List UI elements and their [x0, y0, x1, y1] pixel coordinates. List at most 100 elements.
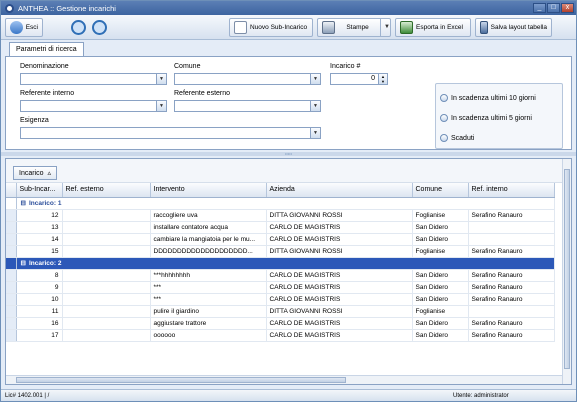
radio-scaduti[interactable]: Scaduti — [440, 134, 474, 142]
cell-comune[interactable]: San Didero — [412, 317, 469, 330]
cell-sub-incarico[interactable]: 11 — [16, 305, 63, 318]
esigenza-combo[interactable]: ▼ — [20, 127, 321, 139]
cell-ref-interno[interactable] — [468, 221, 555, 234]
cell-sub-incarico[interactable]: 16 — [16, 317, 63, 330]
esci-button[interactable]: Esci — [5, 17, 43, 37]
table-row[interactable]: 17 oooooo CARLO DE MAGISTRIS San Didero Sera… — [6, 329, 555, 342]
scroll-thumb[interactable] — [564, 169, 570, 369]
cell-ref-interno[interactable]: Serafino Ranauro — [468, 293, 555, 306]
chevron-down-icon[interactable]: ▼ — [156, 74, 166, 84]
cell-intervento[interactable]: installare contatore acqua — [150, 221, 267, 234]
cell-intervento[interactable]: *** — [150, 293, 267, 306]
row-selector[interactable] — [6, 245, 17, 258]
cell-azienda[interactable]: DITTA GIOVANNI ROSSI — [266, 305, 413, 318]
cell-comune[interactable]: San Didero — [412, 221, 469, 234]
row-selector[interactable] — [6, 293, 17, 306]
group-row[interactable]: ⊟ Incarico: 1 — [6, 197, 555, 210]
cell-ref-esterno[interactable] — [62, 269, 151, 282]
cell-sub-incarico[interactable]: 12 — [16, 209, 63, 222]
chevron-down-icon[interactable]: ▼ — [310, 101, 320, 111]
cell-azienda[interactable]: CARLO DE MAGISTRIS — [266, 281, 413, 294]
collapse-icon[interactable]: ⊟ — [21, 200, 26, 207]
table-row[interactable]: 8 ***hhhhhhhh CARLO DE MAGISTRIS San Didero… — [6, 269, 555, 282]
cell-sub-incarico[interactable]: 13 — [16, 221, 63, 234]
row-selector[interactable] — [6, 257, 17, 270]
cell-sub-incarico[interactable]: 15 — [16, 245, 63, 258]
cell-comune[interactable]: Foglianise — [412, 305, 469, 318]
cell-azienda[interactable]: DITTA GIOVANNI ROSSI — [266, 209, 413, 222]
cell-ref-esterno[interactable] — [62, 221, 151, 234]
table-row[interactable]: 10 *** CARLO DE MAGISTRIS San Didero Serafin… — [6, 293, 555, 306]
row-selector[interactable] — [6, 269, 17, 282]
zoom-search-button[interactable] — [92, 19, 107, 35]
scroll-thumb[interactable] — [16, 377, 346, 383]
zoom-in-button[interactable] — [71, 19, 86, 35]
row-selector[interactable] — [6, 221, 17, 234]
table-row[interactable]: 14 cambiare la mangiatoia per le mu... CAR… — [6, 233, 555, 246]
column-header-ref-interno[interactable]: Ref. interno — [468, 183, 555, 198]
cell-comune[interactable]: San Didero — [412, 293, 469, 306]
salva-layout-button[interactable]: Salva layout tabella — [475, 17, 552, 37]
cell-intervento[interactable]: raccogliere uva — [150, 209, 267, 222]
cell-azienda[interactable]: CARLO DE MAGISTRIS — [266, 269, 413, 282]
cell-ref-interno[interactable]: Serafino Ranauro — [468, 269, 555, 282]
group-row[interactable]: ⊟ Incarico: 2 — [6, 257, 555, 270]
row-selector[interactable] — [6, 281, 17, 294]
cell-comune[interactable]: San Didero — [412, 269, 469, 282]
cell-azienda[interactable]: CARLO DE MAGISTRIS — [266, 317, 413, 330]
cell-ref-interno[interactable]: Serafino Ranauro — [468, 329, 555, 342]
cell-sub-incarico[interactable]: 14 — [16, 233, 63, 246]
cell-azienda[interactable]: CARLO DE MAGISTRIS — [266, 221, 413, 234]
cell-comune[interactable]: Foglianise — [412, 245, 469, 258]
column-header-ref-esterno[interactable]: Ref. esterno — [62, 183, 151, 198]
cell-ref-esterno[interactable] — [62, 281, 151, 294]
collapse-icon[interactable]: ⊟ — [21, 260, 26, 267]
column-header-azienda[interactable]: Azienda — [266, 183, 413, 198]
splitter-handle[interactable]: ••••• — [1, 152, 576, 156]
close-button[interactable]: x — [561, 3, 574, 13]
radio-scadenza-10[interactable]: In scadenza ultimi 10 giorni — [440, 94, 536, 102]
cell-sub-incarico[interactable]: 10 — [16, 293, 63, 306]
vertical-scrollbar[interactable] — [562, 159, 571, 384]
horizontal-scrollbar[interactable] — [6, 375, 562, 384]
cell-ref-interno[interactable]: Serafino Ranauro — [468, 317, 555, 330]
cell-comune[interactable]: San Didero — [412, 233, 469, 246]
chevron-down-icon[interactable]: ▼ — [310, 128, 320, 138]
row-selector[interactable] — [6, 197, 17, 210]
cell-intervento[interactable]: ***hhhhhhhh — [150, 269, 267, 282]
cell-ref-interno[interactable]: Serafino Ranauro — [468, 209, 555, 222]
group-chip-incarico[interactable]: Incarico ▵ — [13, 166, 58, 180]
row-selector[interactable] — [6, 209, 17, 222]
cell-azienda[interactable]: CARLO DE MAGISTRIS — [266, 293, 413, 306]
row-selector[interactable] — [6, 305, 17, 318]
referente-interno-combo[interactable]: ▼ — [20, 100, 167, 112]
cell-comune[interactable]: Foglianise — [412, 209, 469, 222]
cell-ref-interno[interactable]: Serafino Ranauro — [468, 245, 555, 258]
table-row[interactable]: 11 pulire il giardino DITTA GIOVANNI ROSSI… — [6, 305, 555, 318]
table-row[interactable]: 16 aggiustare trattore CARLO DE MAGISTRIS S… — [6, 317, 555, 330]
comune-combo[interactable]: ▼ — [174, 73, 321, 85]
row-selector[interactable] — [6, 329, 17, 342]
incarico-spinner[interactable]: 0 ▲ ▼ — [330, 73, 388, 85]
cell-ref-interno[interactable] — [468, 305, 555, 318]
column-header-intervento[interactable]: Intervento — [150, 183, 267, 198]
cell-intervento[interactable]: aggiustare trattore — [150, 317, 267, 330]
cell-ref-interno[interactable]: Serafino Ranauro — [468, 281, 555, 294]
chevron-down-icon[interactable]: ▼ — [156, 101, 166, 111]
column-header-sub-incarico[interactable]: Sub-Incar... — [16, 183, 63, 198]
maximize-button[interactable]: □ — [547, 3, 560, 13]
nuovo-sub-incarico-button[interactable]: Nuovo Sub-Incarico — [229, 17, 313, 37]
cell-azienda[interactable]: DITTA GIOVANNI ROSSI — [266, 245, 413, 258]
cell-ref-esterno[interactable] — [62, 245, 151, 258]
cell-ref-esterno[interactable] — [62, 305, 151, 318]
cell-sub-incarico[interactable]: 8 — [16, 269, 63, 282]
table-row[interactable]: 13 installare contatore acqua CARLO DE MAG… — [6, 221, 555, 234]
cell-ref-esterno[interactable] — [62, 293, 151, 306]
cell-ref-esterno[interactable] — [62, 209, 151, 222]
row-selector[interactable] — [6, 317, 17, 330]
referente-esterno-combo[interactable]: ▼ — [174, 100, 321, 112]
chevron-down-icon[interactable]: ▼ — [380, 18, 390, 36]
minimize-button[interactable]: _ — [533, 3, 546, 13]
cell-intervento[interactable]: *** — [150, 281, 267, 294]
table-row[interactable]: 9 *** CARLO DE MAGISTRIS San Didero Serafino… — [6, 281, 555, 294]
